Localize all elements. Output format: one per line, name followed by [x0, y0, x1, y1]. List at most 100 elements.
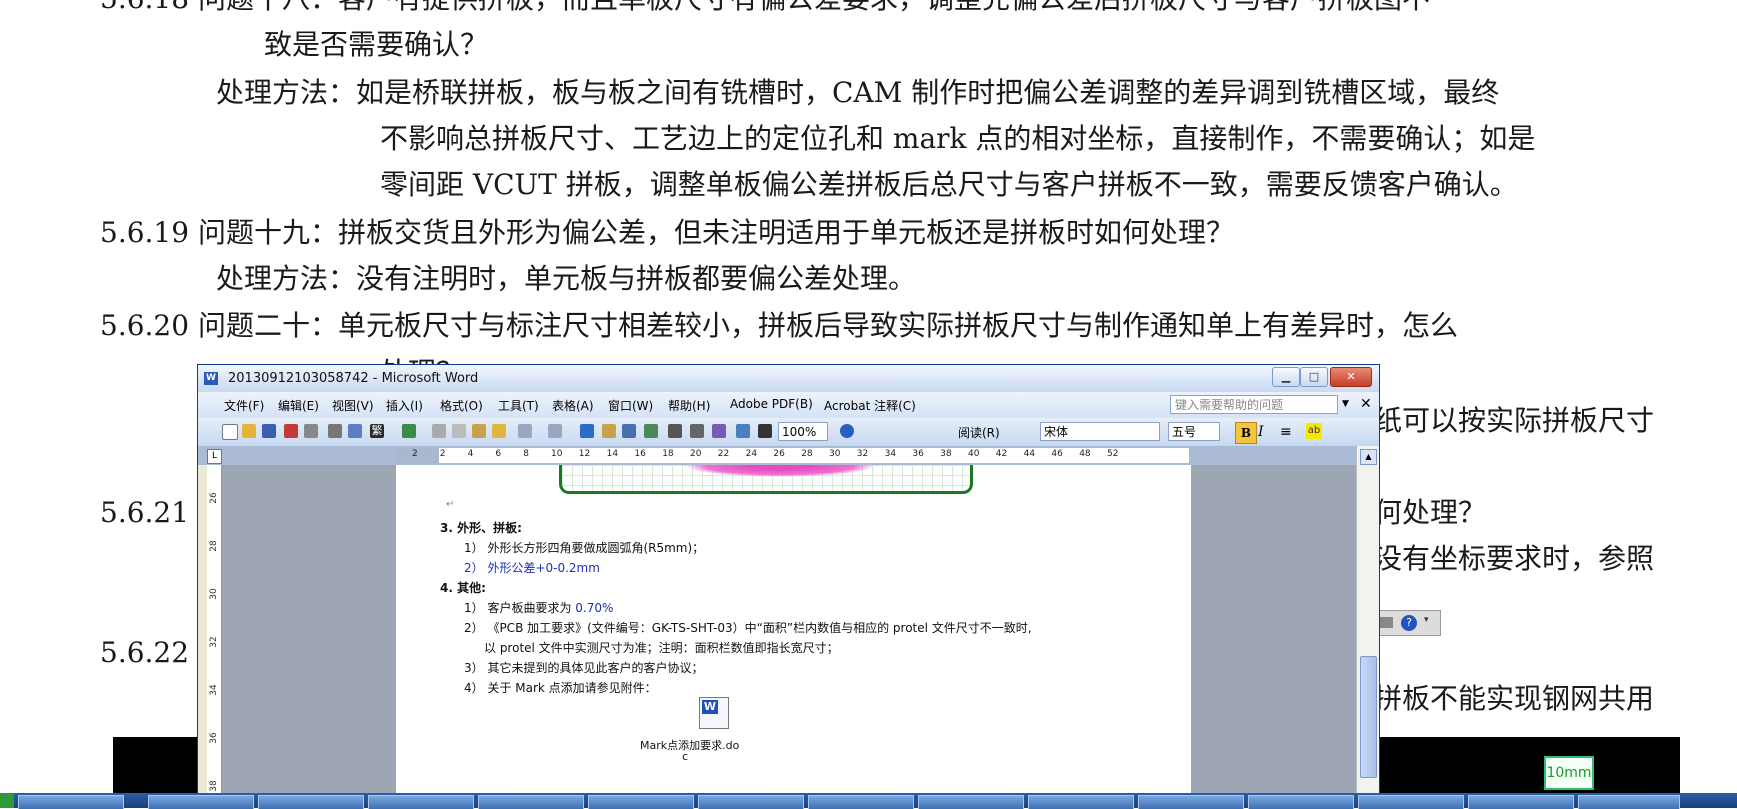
- menu-window[interactable]: 窗口(W): [608, 397, 653, 414]
- vertical-ruler[interactable]: 26 28 30 32 34 36 38: [207, 465, 222, 794]
- drawing-icon[interactable]: [690, 424, 704, 438]
- chevron-down-icon[interactable]: ▼: [1342, 399, 1349, 409]
- highlight-icon[interactable]: ab: [1306, 423, 1322, 439]
- list-item: 1） 外形长方形四角要做成圆弧角(R5mm)；: [464, 541, 705, 555]
- ruler-number: 46: [1051, 449, 1063, 459]
- ruler-number: 38: [209, 780, 219, 792]
- doc-line: 5.6.21: [100, 496, 190, 529]
- menu-insert[interactable]: 插入(I): [386, 397, 423, 414]
- word-window[interactable]: W 20130912103058742 - Microsoft Word ▁ □…: [197, 364, 1380, 795]
- title-bar[interactable]: W 20130912103058742 - Microsoft Word ▁ □…: [198, 365, 1379, 392]
- pdf-icon[interactable]: [284, 424, 298, 438]
- taskbar-item[interactable]: [368, 795, 474, 809]
- insert-table-icon[interactable]: [622, 424, 636, 438]
- print-preview-icon[interactable]: [348, 424, 362, 438]
- menu-format[interactable]: 格式(O): [440, 397, 483, 414]
- doc-line: 5.6.19 问题十九：拼板交货且外形为偏公差，但未注明适用于单元板还是拼板时如…: [100, 216, 1234, 249]
- font-size-select[interactable]: 五号: [1168, 422, 1220, 441]
- copy-icon[interactable]: [452, 424, 466, 438]
- redo-icon[interactable]: [548, 424, 562, 438]
- menu-edit[interactable]: 编辑(E): [278, 397, 319, 414]
- document-close-icon[interactable]: ✕: [1360, 396, 1372, 412]
- help-search-input[interactable]: 键入需要帮助的问题: [1170, 395, 1338, 414]
- taskbar-item[interactable]: [588, 795, 694, 809]
- menu-tools[interactable]: 工具(T): [498, 397, 539, 414]
- taskbar-item[interactable]: [258, 795, 364, 809]
- section-heading: 3. 外形、拼板:: [440, 521, 522, 535]
- scale-badge: 10mm: [1544, 756, 1594, 790]
- menu-acrobat-comments[interactable]: Acrobat 注释(C): [824, 397, 916, 414]
- font-name-select[interactable]: 宋体: [1040, 422, 1160, 441]
- taskbar-item[interactable]: [18, 795, 124, 809]
- columns-icon[interactable]: [668, 424, 682, 438]
- insert-excel-icon[interactable]: [644, 424, 658, 438]
- ruler-number: 48: [1079, 449, 1091, 459]
- menu-file[interactable]: 文件(F): [224, 397, 264, 414]
- ruler-number: 2: [412, 449, 418, 459]
- word-app-icon[interactable]: W: [204, 372, 218, 385]
- menu-adobe-pdf[interactable]: Adobe PDF(B): [730, 397, 813, 411]
- ruler-number: 16: [634, 449, 646, 459]
- zoom-icon[interactable]: [736, 424, 750, 438]
- scroll-thumb[interactable]: [1360, 656, 1377, 778]
- menu-table[interactable]: 表格(A): [552, 397, 594, 414]
- document-page[interactable]: ↵ 3. 外形、拼板: 1） 外形长方形四角要做成圆弧角(R5mm)； 2） 外…: [396, 465, 1191, 794]
- help-icon[interactable]: [840, 424, 854, 438]
- hyperlink-icon[interactable]: [580, 424, 594, 438]
- save-icon[interactable]: [262, 424, 276, 438]
- undo-icon[interactable]: [518, 424, 532, 438]
- help-icon[interactable]: ?: [1401, 615, 1417, 631]
- doc-line: 拼板不能实现钢网共用: [1374, 682, 1655, 715]
- taskbar-item[interactable]: [918, 795, 1024, 809]
- attachment-label[interactable]: Mark点添加要求.do: [640, 737, 739, 753]
- taskbar-item[interactable]: [698, 795, 804, 809]
- align-icon[interactable]: ≡: [1280, 424, 1292, 440]
- minimize-button[interactable]: ▁: [1272, 367, 1300, 387]
- close-button[interactable]: ✕: [1330, 367, 1372, 387]
- horizontal-ruler[interactable]: 2 2 4 6 8 10 12 14 16 18 20 22 24 26 28 30 32 34 36 38 40 42 4…: [396, 448, 1189, 463]
- vertical-scrollbar[interactable]: ▲: [1356, 446, 1379, 794]
- taskbar-item[interactable]: [808, 795, 914, 809]
- warp-value: 0.70%: [575, 601, 614, 615]
- ruler-number: 14: [606, 449, 619, 459]
- list-item: 2） 外形公差+0-0.2mm: [464, 561, 600, 575]
- doc-line: 零间距 VCUT 拼板，调整单板偏公差拼板后总尺寸与客户拼板不一致，需要反馈客户…: [380, 168, 1518, 201]
- maximize-button[interactable]: □: [1300, 367, 1328, 387]
- show-hide-icon[interactable]: [758, 424, 772, 438]
- print-icon[interactable]: [328, 424, 342, 438]
- read-mode-button[interactable]: 阅读(R): [958, 424, 1000, 441]
- start-button[interactable]: [0, 793, 14, 808]
- taskbar-item[interactable]: [1028, 795, 1134, 809]
- new-doc-icon[interactable]: [222, 424, 238, 440]
- taskbar-item[interactable]: [1138, 795, 1244, 809]
- scroll-up-icon[interactable]: ▲: [1360, 449, 1377, 465]
- ruler-number: 38: [940, 449, 952, 459]
- chevron-down-icon[interactable]: ▾: [1424, 615, 1429, 625]
- open-icon[interactable]: [242, 424, 256, 438]
- paste-icon[interactable]: [472, 424, 486, 438]
- attachment-label[interactable]: c: [682, 750, 688, 763]
- bold-button[interactable]: B: [1235, 422, 1257, 444]
- taskbar-item[interactable]: [478, 795, 584, 809]
- traditional-chinese-icon[interactable]: 繁: [370, 424, 384, 438]
- italic-button[interactable]: I: [1258, 424, 1264, 440]
- taskbar-item[interactable]: [148, 795, 254, 809]
- permission-icon[interactable]: [304, 424, 318, 438]
- zoom-select[interactable]: 100%: [778, 422, 828, 441]
- doc-map-icon[interactable]: [712, 424, 726, 438]
- taskbar-item[interactable]: [1358, 795, 1464, 809]
- menu-view[interactable]: 视图(V): [332, 397, 374, 414]
- cut-icon[interactable]: [432, 424, 446, 438]
- taskbar-item[interactable]: [1248, 795, 1354, 809]
- taskbar-item[interactable]: [1578, 795, 1680, 809]
- list-item-text: 1） 客户板曲要求为: [464, 601, 576, 615]
- tables-borders-icon[interactable]: [602, 424, 616, 438]
- taskbar-item[interactable]: [1468, 795, 1574, 809]
- word-file-icon: W: [702, 700, 718, 714]
- doc-line: 没有坐标要求时，参照: [1374, 542, 1655, 575]
- spelling-icon[interactable]: [402, 424, 416, 438]
- tab-selector-icon[interactable]: L: [207, 449, 222, 464]
- attachment-icon[interactable]: W: [699, 697, 729, 729]
- format-painter-icon[interactable]: [492, 424, 506, 438]
- menu-help[interactable]: 帮助(H): [668, 397, 710, 414]
